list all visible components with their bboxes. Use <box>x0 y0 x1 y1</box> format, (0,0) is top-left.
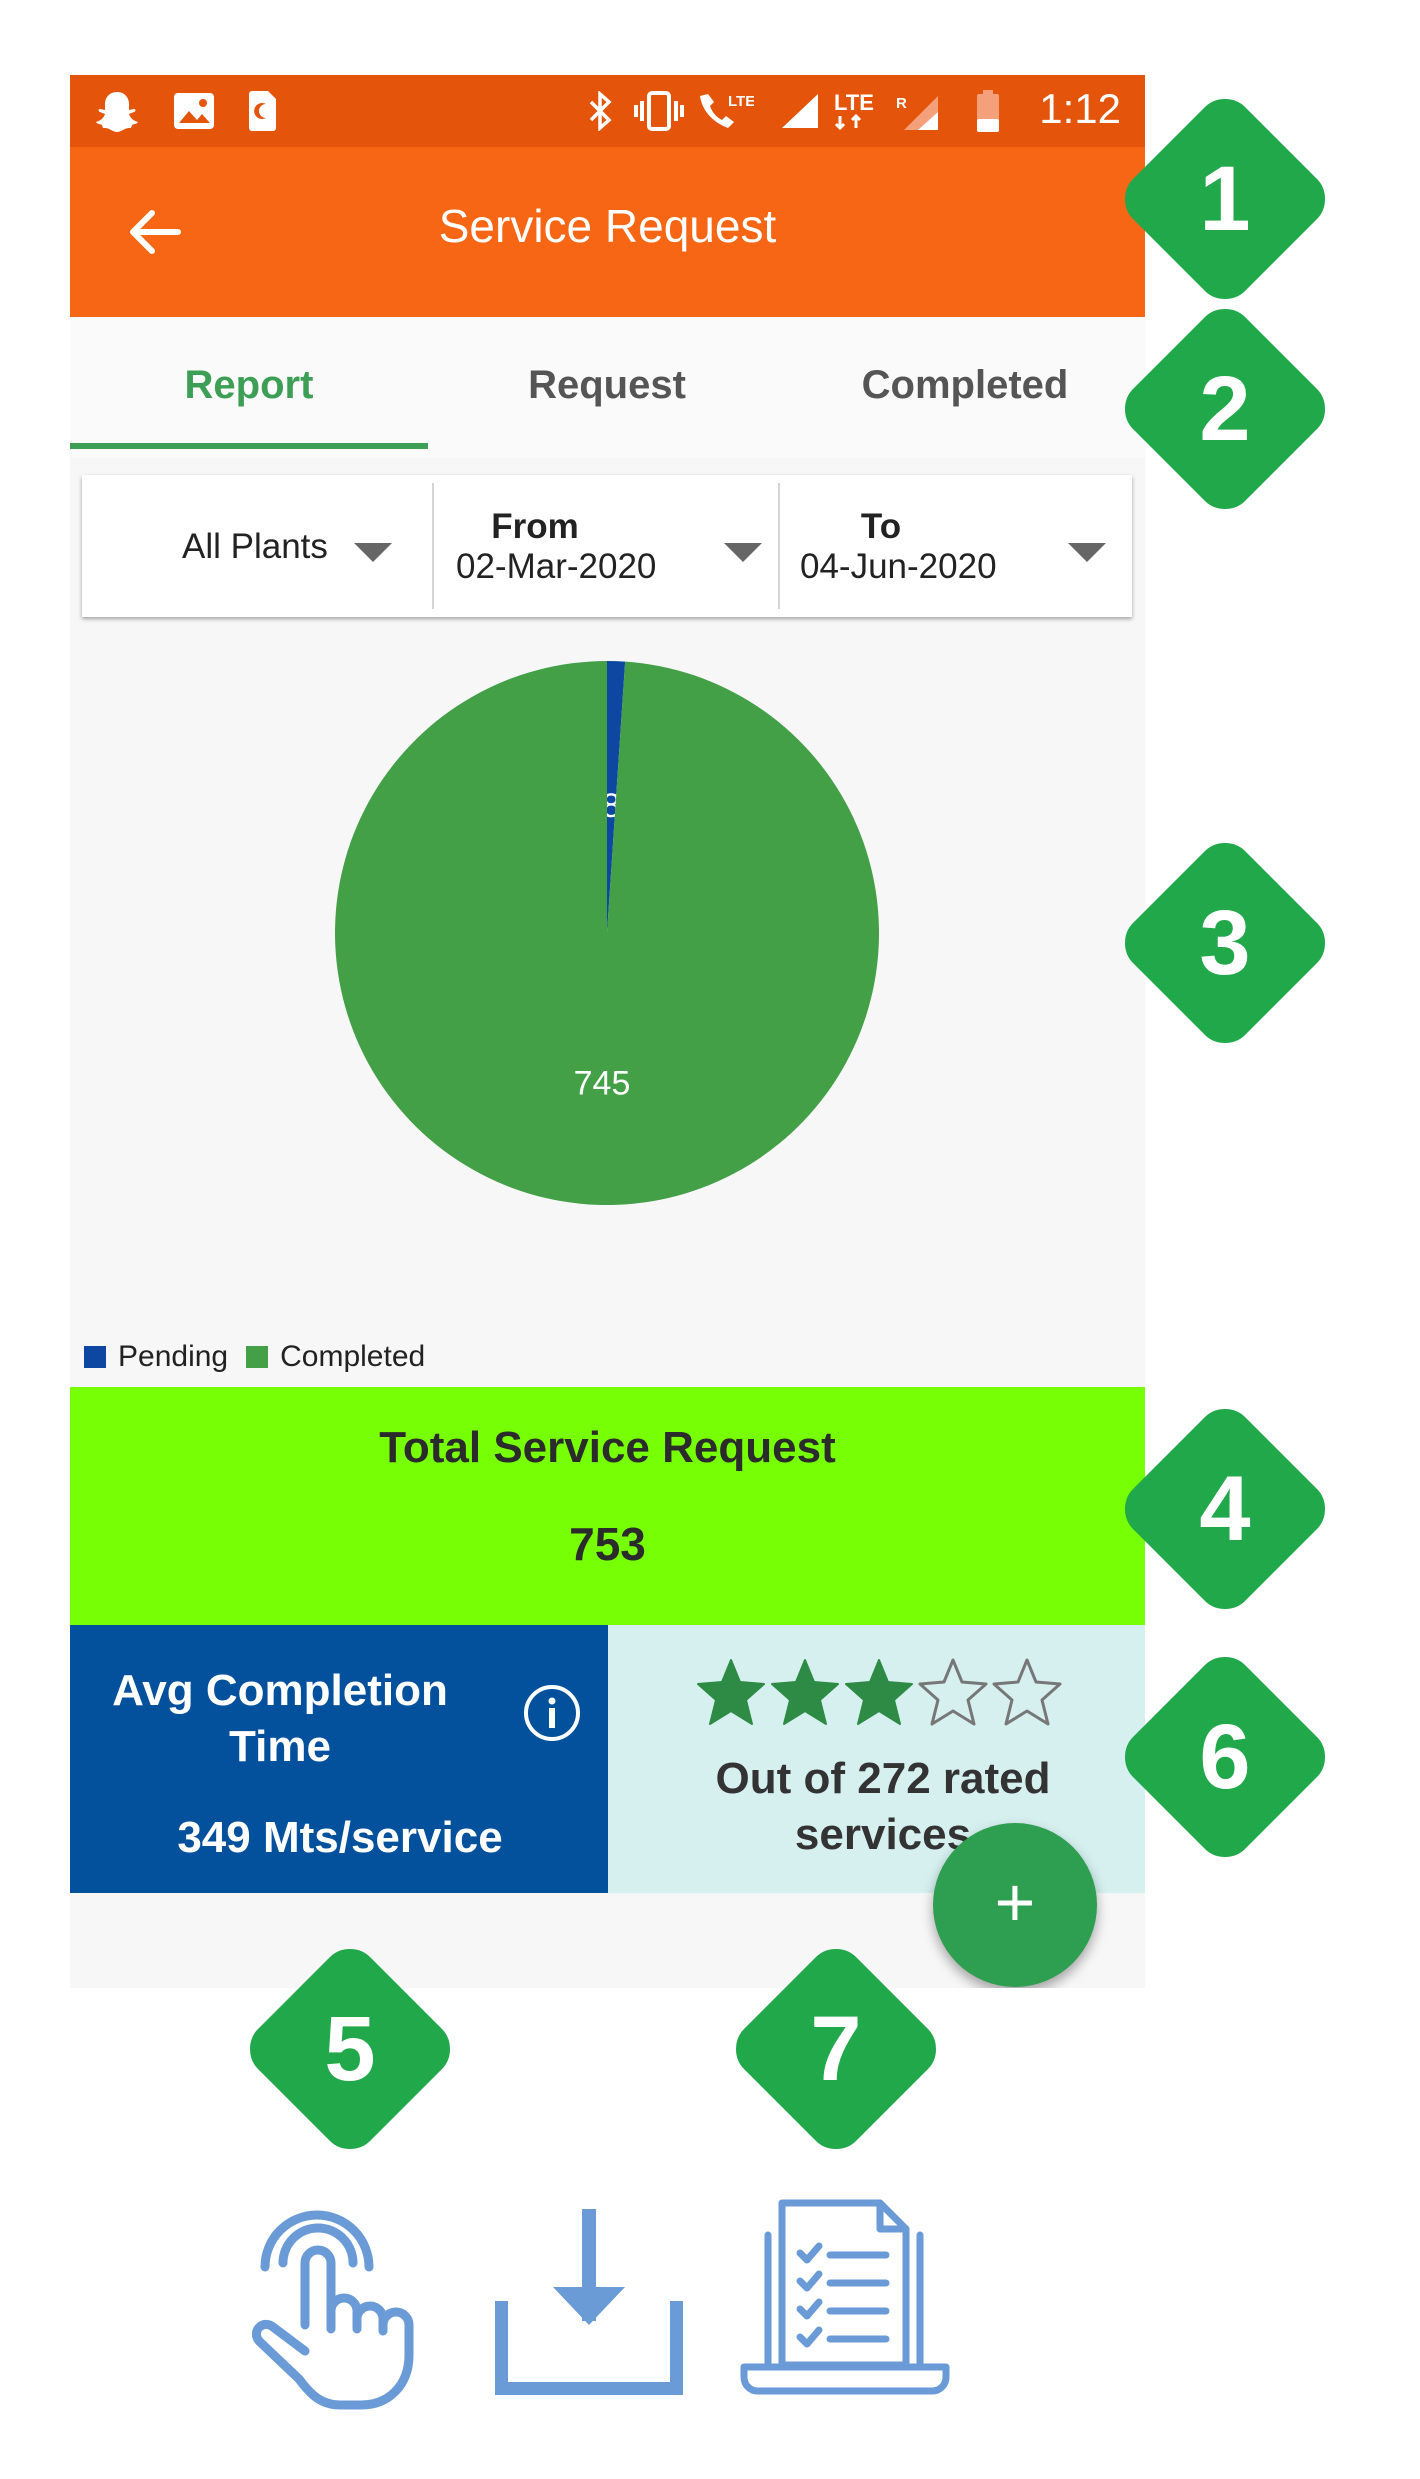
svg-text:LTE: LTE <box>728 93 754 110</box>
badge-number: 7 <box>810 1997 862 2100</box>
badge-number: 5 <box>324 1997 376 2100</box>
chart-legend: Pending Completed <box>84 1340 425 1374</box>
from-value: 02-Mar-2020 <box>456 547 657 586</box>
badge-number: 3 <box>1199 891 1251 994</box>
to-label: To <box>860 507 902 546</box>
svg-text:LTE: LTE <box>834 90 874 115</box>
report-list-icon <box>738 2195 953 2405</box>
callout-badge-2: 2 <box>1120 304 1330 514</box>
from-date-dropdown[interactable]: From 02-Mar-2020 <box>434 475 778 617</box>
battery-icon <box>972 89 1004 133</box>
rating-text-line1: Out of 272 rated <box>715 1754 1051 1803</box>
star-empty-icon <box>916 1655 990 1729</box>
svg-text:R: R <box>896 95 907 112</box>
lte-signal-icon: LTE R <box>832 89 942 133</box>
avg-completion-panel: Avg Completion Time 349 Mts/service <box>70 1625 608 1893</box>
tab-indicator <box>70 443 428 449</box>
callout-badge-7: 7 <box>731 1944 941 2154</box>
avg-label: Avg Completion Time <box>112 1666 448 1771</box>
sim-icon <box>242 89 282 133</box>
app-toolbar: Service Request <box>70 147 1145 317</box>
plant-value: All Plants <box>182 527 328 566</box>
star-filled-icon <box>768 1655 842 1729</box>
pie-slice-completed <box>334 661 880 1205</box>
star-filled-icon <box>842 1655 916 1729</box>
to-value: 04-Jun-2020 <box>800 547 997 586</box>
badge-number: 2 <box>1199 357 1251 460</box>
badge-number: 1 <box>1199 147 1251 250</box>
tab-bar: Report Request Completed <box>70 317 1145 457</box>
from-label: From <box>491 507 579 546</box>
total-value: 753 <box>569 1518 646 1570</box>
plant-dropdown[interactable]: All Plants <box>82 475 432 617</box>
add-request-button[interactable]: + <box>933 1823 1097 1987</box>
badge-number: 6 <box>1199 1705 1251 1808</box>
pie-label-completed: 745 <box>574 1065 631 1103</box>
image-icon <box>170 89 218 133</box>
legend-swatch-completed <box>246 1346 269 1368</box>
star-rating <box>694 1655 1064 1729</box>
vibrate-icon <box>632 89 686 133</box>
callout-badge-1: 1 <box>1120 94 1330 304</box>
to-date-dropdown[interactable]: To 04-Jun-2020 <box>780 475 1132 617</box>
status-bar: LTE LTE R 1:12 <box>70 75 1145 147</box>
info-icon[interactable] <box>522 1683 582 1743</box>
legend-label-pending: Pending <box>118 1340 229 1373</box>
chevron-down-icon <box>354 543 392 562</box>
badge-number: 4 <box>1199 1457 1251 1560</box>
legend-swatch-pending <box>84 1346 106 1368</box>
star-empty-icon <box>990 1655 1064 1729</box>
callout-badge-4: 4 <box>1120 1404 1330 1614</box>
star-filled-icon <box>694 1655 768 1729</box>
callout-badge-3: 3 <box>1120 838 1330 1048</box>
total-label: Total Service Request <box>379 1423 836 1472</box>
avg-value: 349 Mts/service <box>177 1813 503 1862</box>
total-service-request-panel: Total Service Request 753 <box>70 1387 1145 1625</box>
tab-report[interactable]: Report <box>70 363 428 408</box>
chevron-down-icon <box>724 543 762 562</box>
page-title: Service Request <box>438 200 777 252</box>
download-icon <box>494 2205 684 2400</box>
legend-label-completed: Completed <box>280 1340 426 1373</box>
touch-icon <box>245 2195 425 2415</box>
volte-icon: LTE <box>696 89 754 133</box>
tab-request[interactable]: Request <box>428 363 786 408</box>
callout-badge-5: 5 <box>245 1944 455 2154</box>
chevron-down-icon <box>1068 543 1106 562</box>
phone-screen: LTE LTE R 1:12 Service Request Report Req… <box>70 75 1145 1988</box>
tab-completed[interactable]: Completed <box>786 363 1144 408</box>
snapchat-icon <box>90 89 144 133</box>
callout-badge-6: 6 <box>1120 1652 1330 1862</box>
signal-icon <box>778 89 822 133</box>
status-pie-chart: 8745 <box>334 661 880 1205</box>
filter-bar: All Plants From 02-Mar-2020 To 04-Jun-20… <box>82 475 1132 617</box>
status-time: 1:12 <box>1039 85 1121 132</box>
bluetooth-icon <box>578 89 622 133</box>
